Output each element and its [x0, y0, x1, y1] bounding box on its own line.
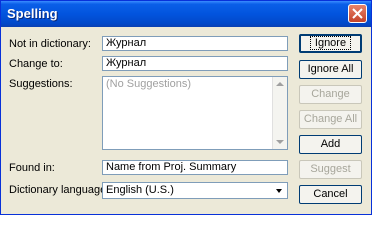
not-in-dictionary-label: Not in dictionary:	[9, 38, 91, 50]
change-to-input[interactable]: Журнал	[102, 56, 288, 71]
suggestions-list[interactable]: (No Suggestions)	[102, 76, 288, 150]
add-button[interactable]: Add	[299, 135, 362, 154]
chevron-down-icon[interactable]	[273, 184, 286, 197]
dictionary-language-value: English (U.S.)	[106, 184, 174, 196]
dictionary-language-label: Dictionary language:	[9, 184, 110, 196]
suggest-button[interactable]: Suggest	[299, 160, 362, 179]
found-in-field: Name from Proj. Summary	[102, 160, 288, 175]
change-button[interactable]: Change	[299, 85, 362, 104]
suggestions-label: Suggestions:	[9, 78, 73, 90]
found-in-label: Found in:	[9, 162, 55, 174]
change-all-button[interactable]: Change All	[299, 110, 362, 129]
spelling-dialog: Spelling Not in dictionary: Журнал Chang…	[0, 0, 372, 215]
scroll-down-icon[interactable]	[276, 140, 284, 144]
close-icon[interactable]	[348, 4, 367, 23]
suggestions-scrollbar[interactable]	[272, 77, 287, 149]
scroll-up-icon[interactable]	[276, 82, 284, 86]
dictionary-language-select[interactable]: English (U.S.)	[102, 182, 288, 199]
window-title: Spelling	[7, 6, 58, 21]
ignore-button[interactable]: Ignore	[299, 34, 362, 53]
ignore-all-button[interactable]: Ignore All	[299, 60, 362, 79]
title-bar[interactable]: Spelling	[1, 1, 371, 27]
list-item[interactable]: (No Suggestions)	[106, 78, 191, 90]
change-to-label: Change to:	[9, 58, 63, 70]
cancel-button[interactable]: Cancel	[299, 185, 362, 204]
not-in-dictionary-field: Журнал	[102, 36, 288, 51]
